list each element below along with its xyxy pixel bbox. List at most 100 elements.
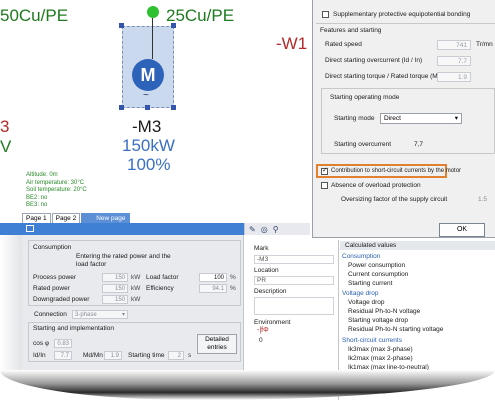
resize-handle-bottom[interactable] [145, 105, 150, 110]
pin-icon[interactable]: ⚲ [273, 225, 279, 234]
oversizing-label: Oversizing factor of the supply circuit [341, 196, 448, 203]
unit-percent: % [230, 274, 236, 281]
rated-speed-label: Rated speed [325, 41, 362, 48]
mark-field[interactable]: -M3 [254, 255, 334, 264]
connection-select[interactable]: 3-phase ▾ [72, 310, 128, 319]
connection-node-green[interactable] [147, 6, 159, 18]
calc-section-title: Short-circuit currents [342, 337, 402, 344]
process-power-field[interactable]: 150 [102, 273, 128, 282]
motor-load: 100% [127, 155, 171, 174]
environment-line: Air temperature: 30°C [26, 179, 85, 186]
calc-section-title: Consumption [342, 253, 381, 260]
edit-icon[interactable]: ✎ [249, 225, 256, 234]
resize-handle-tr[interactable] [171, 23, 176, 28]
motor-power: 150kW [122, 136, 175, 155]
starting-title: Starting and implementation [33, 325, 114, 332]
unit-kw: kW [131, 285, 141, 292]
page-tabs: Page 1 Page 2 New page [22, 211, 282, 223]
calculated-header: Calculated values [345, 242, 397, 249]
environment-line: BE3: no [26, 202, 48, 208]
ok-button[interactable]: OK [439, 223, 485, 237]
environment-value: 0 [259, 337, 263, 344]
environment-label: Environment [254, 319, 291, 326]
cos-phi-field[interactable]: 0.83 [54, 339, 72, 348]
cable-label-left: 50Cu/PE [0, 6, 69, 25]
connection-label: Connection [34, 311, 67, 318]
consumption-title: Consumption [33, 244, 72, 251]
rated-speed-field[interactable]: 741 [437, 40, 471, 50]
direct-torque-field[interactable]: 1.9 [437, 72, 471, 82]
unit-seconds: s [188, 352, 192, 359]
efficiency-label: Efficiency [146, 285, 174, 292]
left-edge-shade [0, 223, 22, 378]
motor-mark: -M3 [132, 117, 162, 136]
wire-label-w1: -W1 [276, 34, 308, 53]
environment-line: Soil temperature: 20°C [26, 187, 87, 193]
starting-mode-title: Starting operating mode [330, 94, 400, 101]
calc-item: Starting voltage drop [348, 317, 408, 324]
load-factor-label: Load factor [146, 274, 179, 281]
contribution-checkbox[interactable] [321, 166, 328, 175]
calc-item: Power consumption [348, 262, 406, 269]
starting-overcurrent-value: 7,7 [414, 141, 424, 148]
starting-time-field[interactable]: 2 [168, 351, 184, 360]
panel-icon [26, 225, 34, 232]
direct-overcurrent-label: Direct starting overcurrent (Id / In) [325, 57, 423, 64]
mark-label: Mark [254, 245, 269, 252]
location-field[interactable]: PR [254, 276, 334, 285]
calc-section-title: Voltage drop [342, 290, 379, 297]
efficiency-field[interactable]: 94.1 [199, 284, 227, 293]
md-mn-field[interactable]: 1.9 [104, 351, 122, 360]
downgraded-power-label: Downgraded power [33, 296, 90, 303]
resize-handle-bl[interactable] [119, 105, 124, 110]
divider [316, 23, 495, 24]
calc-item: Residual Ph-to-N voltage [348, 308, 421, 315]
detailed-entries-button[interactable]: Detailed entries [197, 334, 237, 354]
unit-percent: % [230, 285, 236, 292]
new-page-tab[interactable]: New page [81, 213, 130, 223]
target-icon[interactable]: ◎ [261, 225, 268, 234]
load-factor-field[interactable]: 100 [199, 273, 227, 282]
description-field[interactable] [254, 297, 334, 315]
unit-kw: kW [131, 274, 141, 281]
resize-handle-br[interactable] [171, 105, 176, 110]
features-title: Features and starting [320, 27, 382, 34]
description-label: Description [254, 288, 287, 295]
supp-bonding-checkbox[interactable] [322, 11, 329, 18]
calc-item: Residual Ph-to-N starting voltage [348, 326, 444, 333]
connection-value: 3-phase [75, 312, 97, 318]
md-mn-label: Md/Mn [83, 352, 103, 359]
calc-item: Ik2max (max 2-phase) [348, 355, 413, 362]
unit-kw: kW [131, 296, 141, 303]
consumption-hint: Entering the rated power and the load fa… [76, 253, 171, 268]
left-green-fragment: V [0, 137, 12, 156]
starting-mode-label: Starting mode [334, 115, 375, 122]
calc-item: Ik3max (max 3-phase) [348, 346, 413, 353]
absence-overload-checkbox[interactable] [321, 182, 328, 189]
resize-handle-tl[interactable] [119, 23, 124, 28]
id-in-label: Id/In [33, 352, 46, 359]
tab-page-1[interactable]: Page 1 [22, 213, 51, 223]
motor-feeder-line [152, 18, 153, 59]
starting-mode-value: Direct [384, 115, 401, 122]
contribution-label: Contribution to short-circuit currents b… [331, 168, 462, 174]
rated-speed-unit: Tr/mn [476, 41, 493, 48]
environment-icon: -|fΦ [257, 327, 269, 334]
environment-line: BE2: no [26, 194, 48, 201]
motor-icon: M [132, 59, 164, 91]
chevron-down-icon: ▾ [121, 312, 125, 318]
starting-mode-select[interactable]: Direct ▾ [380, 113, 462, 124]
tab-page-2[interactable]: Page 2 [51, 213, 81, 223]
calc-item: Current consumption [348, 271, 409, 278]
id-in-field[interactable]: 7.7 [54, 351, 72, 360]
environment-info: Altitude: 0m Air temperature: 30°C Soil … [26, 172, 87, 210]
supp-bonding-label: Supplementary protective equipotential b… [333, 11, 471, 18]
rated-power-label: Rated power [33, 285, 70, 292]
rated-power-field[interactable]: 150 [102, 284, 128, 293]
calc-item: Starting current [348, 280, 393, 287]
direct-overcurrent-field[interactable]: 7.7 [437, 56, 471, 66]
downgraded-power-field[interactable]: 150 [102, 295, 128, 304]
starting-overcurrent-label: Starting overcurrent [334, 141, 392, 148]
left-red-fragment: 3 [0, 117, 10, 136]
cos-phi-label: cos φ [33, 340, 50, 347]
